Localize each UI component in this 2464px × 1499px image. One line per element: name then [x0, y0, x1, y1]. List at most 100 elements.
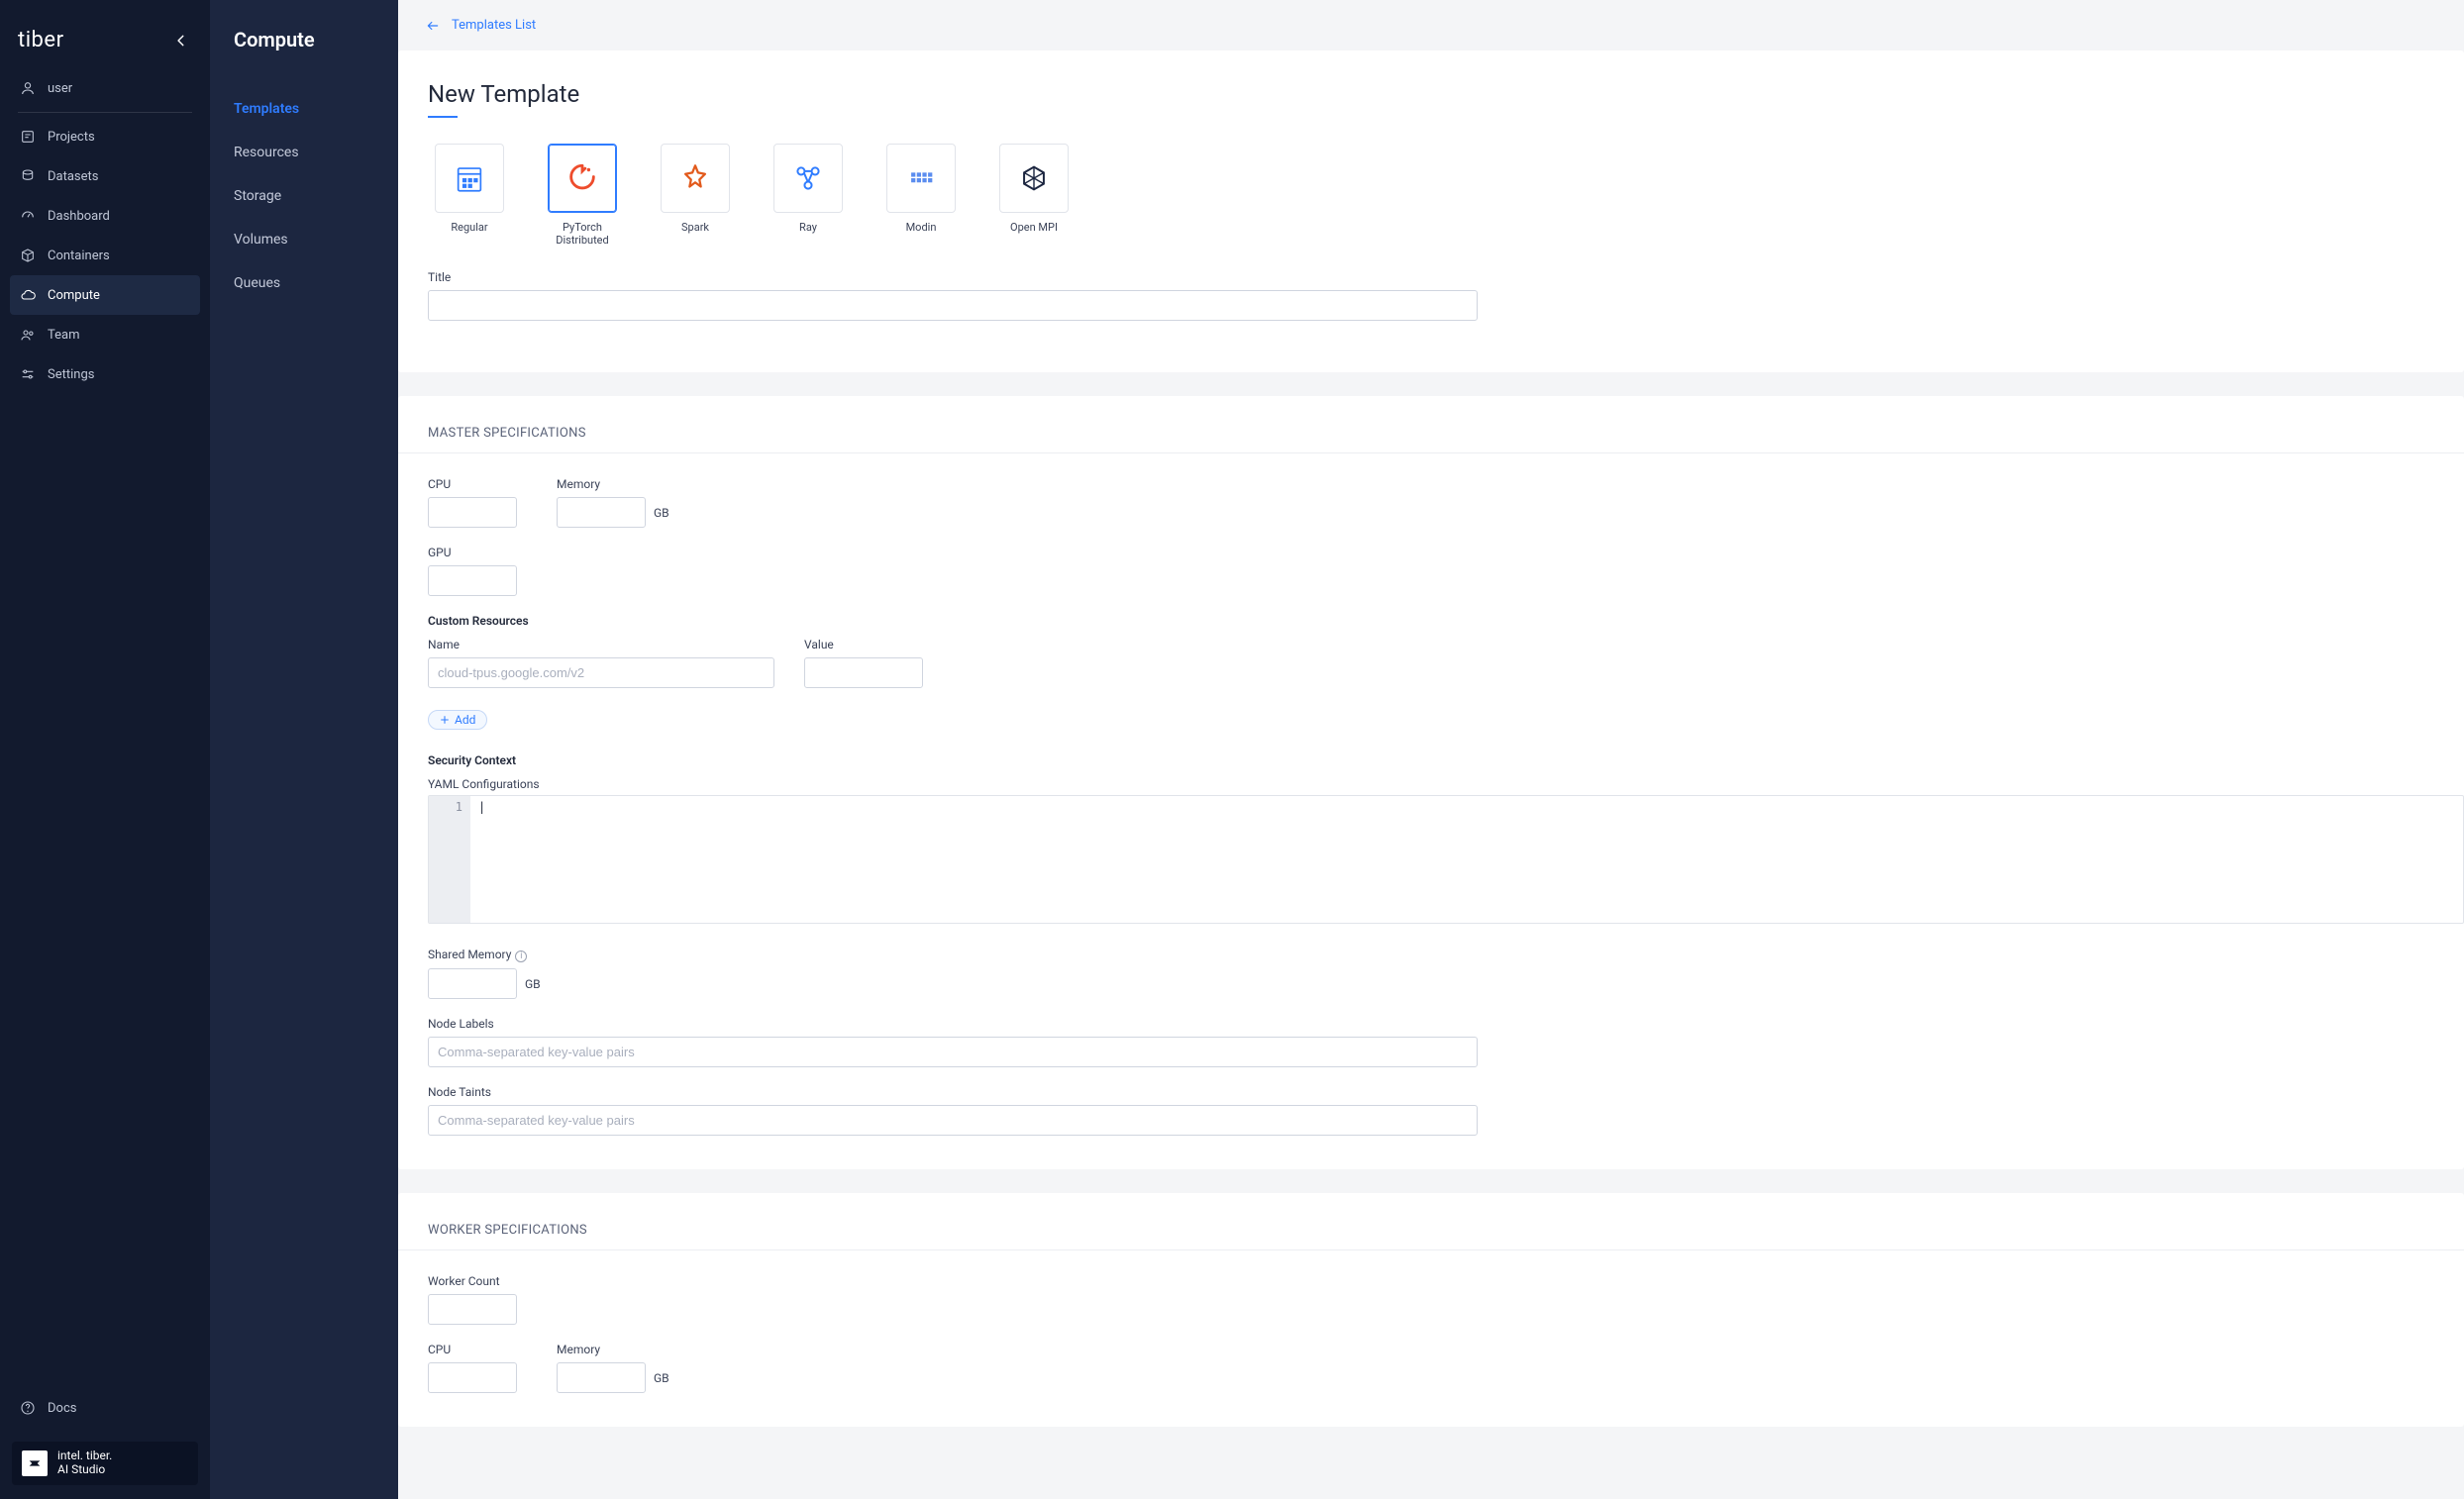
master-gpu-input[interactable] — [428, 565, 517, 596]
intel-logo-icon — [22, 1450, 48, 1476]
framework-tile-spark[interactable]: Spark — [654, 144, 737, 247]
sidebar-item-label: Compute — [48, 288, 100, 303]
framework-label: Ray — [799, 221, 817, 234]
openmpi-icon — [1017, 161, 1051, 195]
main-content: Templates List New Template Regular PyTo… — [398, 0, 2464, 1499]
worker-section-header: WORKER SPECIFICATIONS — [398, 1223, 2464, 1250]
framework-tile-pytorch[interactable]: PyTorch Distributed — [541, 144, 624, 247]
sec-nav-resources[interactable]: Resources — [210, 131, 398, 174]
page-title: New Template — [398, 80, 2464, 108]
breadcrumb: Templates List — [398, 0, 2464, 50]
worker-cpu-label: CPU — [428, 1343, 517, 1356]
node-labels-label: Node Labels — [428, 1017, 1478, 1031]
framework-selector: Regular PyTorch Distributed Spark — [398, 144, 2464, 247]
spark-icon — [678, 161, 712, 195]
sidebar-item-projects[interactable]: Projects — [10, 117, 200, 156]
chevron-left-icon — [174, 34, 188, 48]
node-taints-input[interactable] — [428, 1105, 1478, 1136]
footer-brand[interactable]: intel. tiber. AI Studio — [12, 1442, 198, 1485]
framework-label: Spark — [681, 221, 709, 234]
team-icon — [20, 327, 36, 343]
shared-memory-label: Shared Memoryi — [428, 948, 541, 962]
sec-nav-volumes[interactable]: Volumes — [210, 218, 398, 261]
worker-memory-unit: GB — [654, 1371, 669, 1393]
add-custom-resource-button[interactable]: Add — [428, 710, 487, 730]
projects-icon — [20, 129, 36, 145]
framework-label: Open MPI — [1010, 221, 1058, 234]
sidebar-item-containers[interactable]: Containers — [10, 236, 200, 275]
pytorch-icon — [565, 161, 599, 195]
master-memory-input[interactable] — [557, 497, 646, 528]
card-template-basics: New Template Regular PyTorch Distributed — [398, 50, 2464, 372]
sec-nav-storage[interactable]: Storage — [210, 174, 398, 218]
worker-cpu-input[interactable] — [428, 1362, 517, 1393]
ray-icon — [791, 161, 825, 195]
sidebar-item-user[interactable]: user — [10, 68, 200, 108]
framework-label: Regular — [451, 221, 487, 234]
framework-label: PyTorch Distributed — [541, 221, 624, 247]
containers-icon — [20, 248, 36, 263]
breadcrumb-link[interactable]: Templates List — [452, 18, 536, 33]
sidebar-item-label: Team — [48, 328, 80, 343]
framework-tile-ray[interactable]: Ray — [767, 144, 850, 247]
node-taints-label: Node Taints — [428, 1085, 1478, 1099]
framework-tile-regular[interactable]: Regular — [428, 144, 511, 247]
title-underline — [428, 116, 458, 118]
collapse-sidebar-button[interactable] — [170, 30, 192, 51]
sidebar-item-dashboard[interactable]: Dashboard — [10, 196, 200, 236]
custom-resource-value-input[interactable] — [804, 657, 923, 688]
yaml-config-label: YAML Configurations — [428, 777, 2434, 791]
custom-value-label: Value — [804, 638, 923, 651]
brand-label: tiber — [18, 28, 64, 52]
worker-memory-label: Memory — [557, 1343, 669, 1356]
custom-resources-header: Custom Resources — [398, 614, 2464, 628]
custom-resource-name-input[interactable] — [428, 657, 774, 688]
sec-nav-templates[interactable]: Templates — [210, 87, 398, 131]
sidebar-item-label: Datasets — [48, 169, 99, 184]
sidebar-item-label: Projects — [48, 130, 95, 145]
sidebar-item-team[interactable]: Team — [10, 315, 200, 354]
sidebar-item-label: Settings — [48, 367, 94, 382]
cloud-icon — [20, 287, 36, 303]
add-label: Add — [455, 713, 475, 727]
help-icon — [20, 1400, 36, 1416]
primary-sidebar: tiber user Projects — [0, 0, 210, 1499]
yaml-editor[interactable]: 1 | — [428, 795, 2464, 924]
worker-memory-input[interactable] — [557, 1362, 646, 1393]
sidebar-item-datasets[interactable]: Datasets — [10, 156, 200, 196]
framework-tile-modin[interactable]: Modin — [879, 144, 963, 247]
secondary-sidebar-title: Compute — [210, 20, 398, 87]
user-icon — [20, 80, 36, 96]
card-worker-specs: WORKER SPECIFICATIONS Worker Count CPU M… — [398, 1193, 2464, 1427]
sidebar-item-docs[interactable]: Docs — [10, 1388, 200, 1428]
memory-label: Memory — [557, 477, 669, 491]
security-context-header: Security Context — [398, 753, 2464, 767]
info-icon[interactable]: i — [515, 950, 527, 962]
footer-brand-text: intel. tiber. AI Studio — [57, 1449, 112, 1477]
shared-memory-unit: GB — [525, 977, 541, 999]
back-button[interactable] — [426, 19, 440, 33]
plus-icon — [440, 715, 450, 725]
title-input[interactable] — [428, 290, 1478, 321]
sidebar-item-compute[interactable]: Compute — [10, 275, 200, 315]
settings-icon — [20, 366, 36, 382]
arrow-left-icon — [426, 19, 440, 33]
yaml-gutter: 1 — [429, 796, 470, 923]
modin-icon — [904, 161, 938, 195]
master-cpu-input[interactable] — [428, 497, 517, 528]
sec-nav-queues[interactable]: Queues — [210, 261, 398, 305]
node-labels-input[interactable] — [428, 1037, 1478, 1067]
worker-count-input[interactable] — [428, 1294, 517, 1325]
cpu-label: CPU — [428, 477, 517, 491]
framework-label: Modin — [906, 221, 937, 234]
dashboard-icon — [20, 208, 36, 224]
memory-unit: GB — [654, 506, 669, 528]
yaml-body[interactable]: | — [470, 796, 2463, 923]
title-label: Title — [428, 270, 1478, 284]
worker-count-label: Worker Count — [428, 1274, 517, 1288]
shared-memory-input[interactable] — [428, 968, 517, 999]
sidebar-item-settings[interactable]: Settings — [10, 354, 200, 394]
framework-tile-openmpi[interactable]: Open MPI — [992, 144, 1076, 247]
calendar-icon — [453, 161, 486, 195]
secondary-sidebar: Compute Templates Resources Storage Volu… — [210, 0, 398, 1499]
